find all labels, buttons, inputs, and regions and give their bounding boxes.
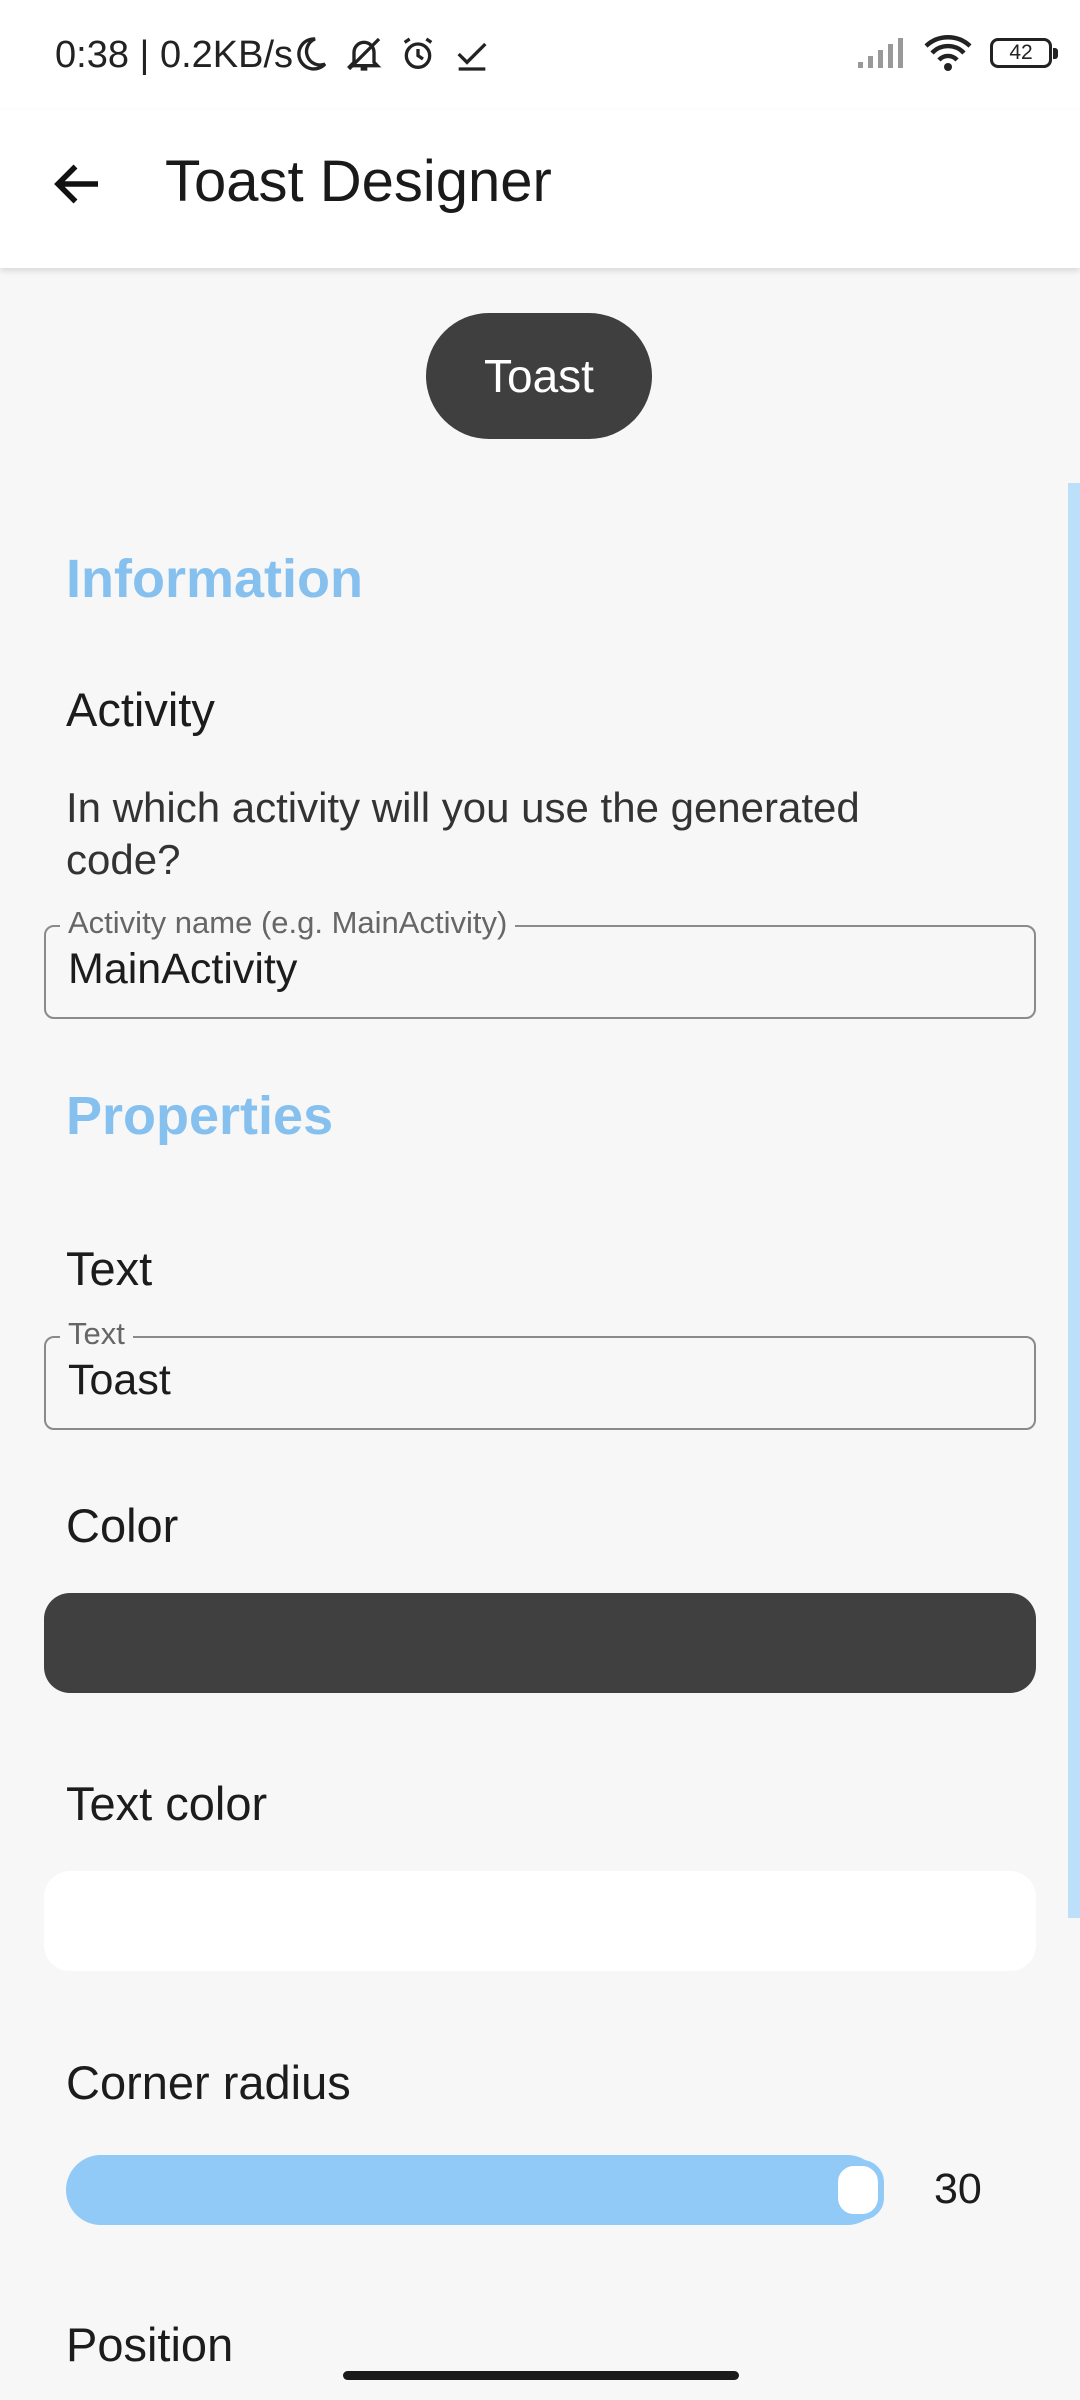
section-heading-properties: Properties — [66, 1086, 334, 1146]
alarm-icon — [403, 37, 433, 69]
status-bar: 0:38 | 0.2KB/s 42 — [0, 0, 1080, 110]
app-bar: Toast Designer — [0, 110, 1080, 268]
activity-label: Activity — [66, 683, 215, 736]
arrow-back-icon[interactable] — [48, 154, 108, 214]
activity-name-input[interactable]: MainActivity — [68, 945, 297, 994]
corner-radius-slider-thumb[interactable] — [832, 2160, 884, 2220]
color-swatch[interactable] — [44, 1593, 1036, 1693]
activity-name-field-label: Activity name (e.g. MainActivity) — [60, 905, 516, 941]
status-time: 0:38 | 0.2KB/s — [55, 34, 294, 76]
text-color-label: Text color — [66, 1777, 268, 1830]
position-label: Position — [66, 2318, 234, 2371]
check-icon — [457, 42, 487, 71]
color-label: Color — [66, 1499, 179, 1552]
moon-icon — [297, 37, 327, 71]
section-heading-information: Information — [66, 549, 363, 609]
gesture-nav-bar[interactable] — [343, 2371, 739, 2380]
text-color-swatch[interactable] — [44, 1871, 1036, 1971]
text-input[interactable]: Toast — [68, 1356, 171, 1405]
scrollbar[interactable] — [1068, 483, 1080, 1918]
mute-bell-icon — [346, 37, 382, 71]
corner-radius-value: 30 — [934, 2165, 982, 2213]
activity-name-field[interactable]: Activity name (e.g. MainActivity) MainAc… — [44, 905, 1036, 1019]
battery-icon: 42 — [990, 38, 1058, 68]
corner-radius-slider[interactable] — [66, 2155, 882, 2225]
signal-icon — [858, 38, 903, 68]
text-label: Text — [66, 1242, 153, 1295]
activity-description: In which activity will you use the gener… — [66, 784, 860, 883]
corner-radius-label: Corner radius — [66, 2056, 351, 2109]
text-field[interactable]: Text Toast — [44, 1316, 1036, 1430]
page-title: Toast Designer — [165, 149, 552, 214]
toast-preview: Toast — [426, 313, 652, 439]
wifi-icon — [924, 35, 972, 71]
text-field-label: Text — [60, 1316, 133, 1352]
